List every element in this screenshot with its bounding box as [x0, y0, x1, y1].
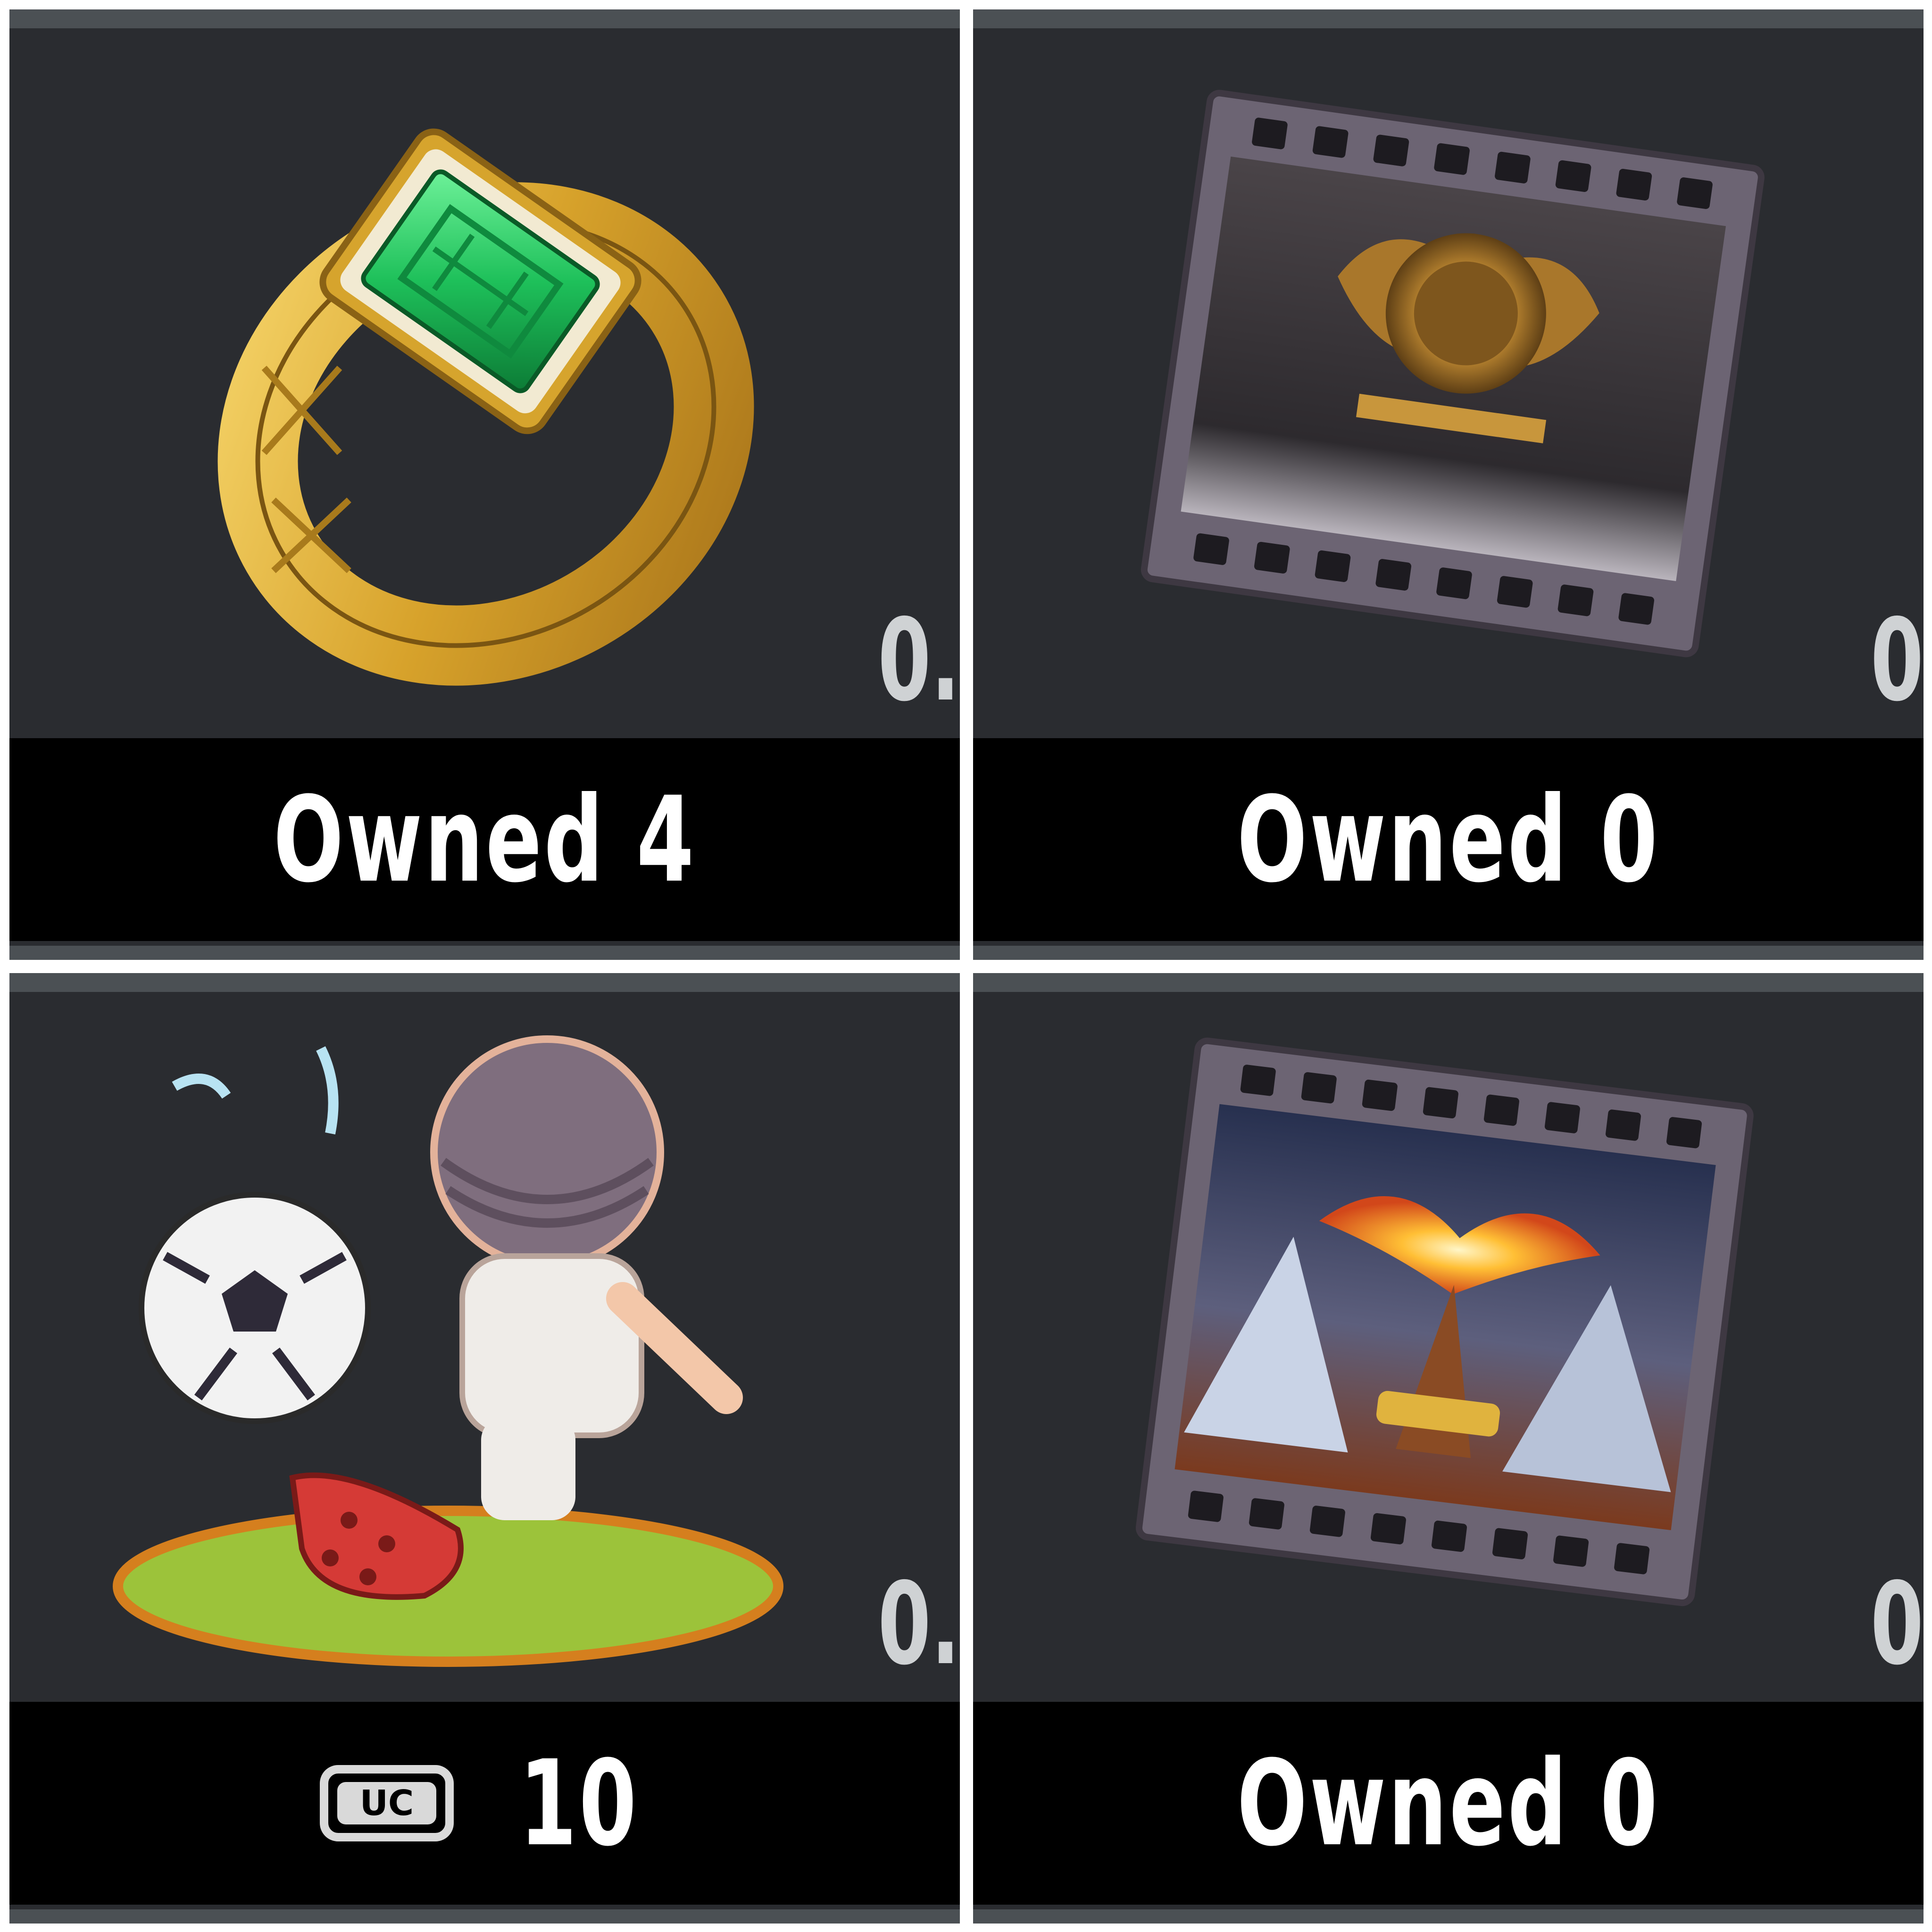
price-group: UC 10 — [314, 1735, 656, 1872]
film-reel-icon — [973, 992, 1924, 1702]
soccer-player-icon — [9, 992, 960, 1702]
card-bottom-border — [973, 946, 1924, 960]
uc-currency-label: UC — [360, 1783, 414, 1824]
card-top-border — [973, 9, 1924, 28]
price-value: 10 — [519, 1734, 639, 1872]
item-card-film-lion[interactable]: 0 Owned 0 — [973, 9, 1924, 960]
item-card-ring[interactable]: 0. Owned 4 — [9, 9, 960, 960]
item-footer: Owned 4 — [9, 738, 960, 941]
edge-price-text: 0. — [877, 1558, 960, 1690]
item-card-soccer[interactable]: 0. UC 10 — [9, 973, 960, 1924]
card-top-border — [9, 973, 960, 992]
item-footer: Owned 0 — [973, 738, 1924, 941]
edge-price-text: 0. — [877, 594, 960, 726]
card-top-border — [973, 973, 1924, 992]
owned-count-label: Owned 0 — [1237, 771, 1660, 908]
item-footer: UC 10 — [9, 1702, 960, 1905]
owned-count-label: Owned 4 — [273, 771, 696, 908]
uc-currency-icon: UC — [320, 1765, 454, 1841]
edge-price-text: 0 — [1870, 1558, 1924, 1690]
edge-price-text: 0 — [1870, 594, 1924, 726]
film-reel-icon — [973, 28, 1924, 738]
card-bottom-border — [973, 1909, 1924, 1924]
item-card-film-phoenix[interactable]: 0 Owned 0 — [973, 973, 1924, 1924]
card-bottom-border — [9, 1909, 960, 1924]
ring-icon — [9, 28, 960, 738]
owned-count-label: Owned 0 — [1237, 1734, 1660, 1872]
item-footer: Owned 0 — [973, 1702, 1924, 1905]
card-bottom-border — [9, 946, 960, 960]
card-top-border — [9, 9, 960, 28]
